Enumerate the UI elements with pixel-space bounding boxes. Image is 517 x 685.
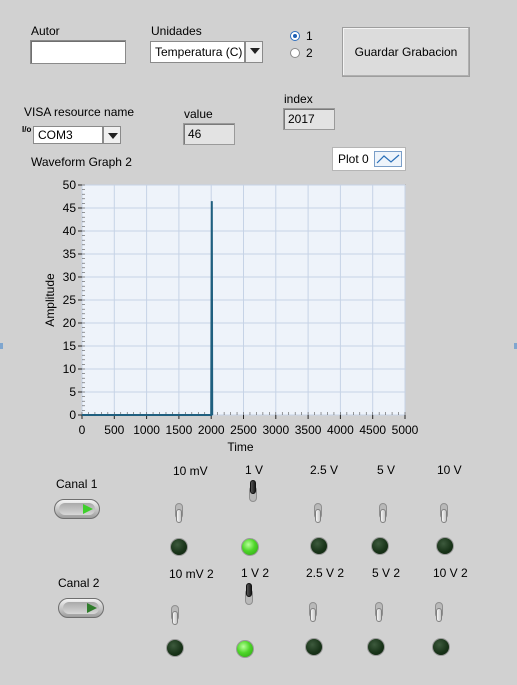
led-10v-2 bbox=[432, 638, 450, 656]
switch-1v-2[interactable] bbox=[242, 581, 256, 611]
y-tick-label: 0 bbox=[69, 408, 76, 422]
unidades-dropdown-button[interactable] bbox=[245, 41, 263, 63]
y-tick-label: 10 bbox=[63, 362, 77, 376]
legend-line-icon bbox=[374, 151, 402, 167]
index-indicator: 2017 bbox=[283, 108, 335, 130]
x-tick-label: 1500 bbox=[166, 423, 193, 437]
window-edge-left-marker bbox=[0, 343, 3, 349]
y-tick-label: 20 bbox=[63, 316, 77, 330]
switch-10v[interactable] bbox=[437, 495, 451, 525]
autor-label: Autor bbox=[31, 24, 60, 38]
led-5v-2 bbox=[367, 638, 385, 656]
x-tick-label: 3500 bbox=[295, 423, 322, 437]
led-1v-2 bbox=[236, 640, 254, 658]
led-1v bbox=[241, 538, 259, 556]
canal1-play-icon bbox=[83, 504, 93, 514]
led-10mv-2 bbox=[166, 639, 184, 657]
radio-option-1[interactable] bbox=[290, 31, 300, 41]
switch-label-2-5v-2: 2.5 V 2 bbox=[306, 566, 345, 580]
guardar-grabacion-label: Guardar Grabacion bbox=[354, 45, 458, 59]
canal2-play-icon bbox=[87, 603, 97, 613]
x-axis-label: Time bbox=[227, 440, 254, 454]
y-tick-label: 5 bbox=[69, 385, 76, 399]
canal2-label: Canal 2 bbox=[58, 576, 100, 590]
x-tick-label: 3000 bbox=[262, 423, 289, 437]
switch-1v[interactable] bbox=[246, 478, 260, 508]
switch-10v-2[interactable] bbox=[432, 594, 446, 624]
canal2-button[interactable] bbox=[58, 598, 104, 618]
y-tick-label: 25 bbox=[63, 293, 77, 307]
switch-label-5v: 5 V bbox=[377, 463, 396, 477]
y-tick-label: 45 bbox=[63, 201, 77, 215]
canal1-label: Canal 1 bbox=[56, 477, 98, 491]
x-tick-label: 500 bbox=[104, 423, 124, 437]
autor-input[interactable] bbox=[30, 40, 126, 64]
value-label: value bbox=[184, 107, 213, 121]
x-tick-label: 0 bbox=[79, 423, 86, 437]
switch-5v[interactable] bbox=[376, 495, 390, 525]
index-label: index bbox=[284, 92, 313, 106]
switch-2-5v[interactable] bbox=[311, 495, 325, 525]
visa-value: COM3 bbox=[38, 128, 73, 142]
index-indicator-text: 2017 bbox=[288, 112, 315, 126]
y-tick-label: 30 bbox=[63, 270, 77, 284]
switch-label-10v-2: 10 V 2 bbox=[433, 566, 468, 580]
x-tick-label: 4000 bbox=[327, 423, 354, 437]
switch-label-10mv-2: 10 mV 2 bbox=[169, 567, 214, 581]
switch-5v-2[interactable] bbox=[372, 594, 386, 624]
x-tick-label: 5000 bbox=[392, 423, 419, 437]
switch-label-5v-2: 5 V 2 bbox=[372, 566, 401, 580]
switch-10mv[interactable] bbox=[172, 495, 186, 525]
unidades-selected: Temperatura (C) bbox=[155, 45, 243, 59]
value-indicator: 46 bbox=[183, 123, 235, 145]
radio-option-2-label: 2 bbox=[306, 46, 313, 60]
led-10v bbox=[436, 537, 454, 555]
y-tick-label: 35 bbox=[63, 247, 77, 261]
switch-label-1v: 1 V bbox=[245, 463, 264, 477]
value-indicator-text: 46 bbox=[188, 127, 202, 141]
y-tick-label: 50 bbox=[63, 178, 77, 192]
switch-label-10v: 10 V bbox=[437, 463, 462, 477]
y-axis-label: Amplitude bbox=[43, 273, 57, 327]
y-tick-label: 40 bbox=[63, 224, 77, 238]
visa-label: VISA resource name bbox=[24, 105, 135, 119]
graph-title: Waveform Graph 2 bbox=[31, 155, 132, 169]
x-tick-label: 4500 bbox=[359, 423, 386, 437]
radio-option-2[interactable] bbox=[290, 48, 300, 58]
visa-io-icon: I/o bbox=[22, 126, 32, 142]
legend-label: Plot 0 bbox=[338, 152, 369, 166]
unidades-label: Unidades bbox=[151, 24, 202, 38]
guardar-grabacion-button[interactable]: Guardar Grabacion bbox=[342, 27, 470, 77]
unidades-select[interactable]: Temperatura (C) bbox=[150, 41, 245, 63]
canal1-button[interactable] bbox=[54, 499, 100, 519]
switch-label-1v-2: 1 V 2 bbox=[241, 566, 270, 580]
x-tick-label: 2500 bbox=[230, 423, 257, 437]
visa-select[interactable]: COM3 bbox=[33, 126, 103, 144]
switch-label-10mv: 10 mV bbox=[173, 464, 208, 478]
radio-option-1-label: 1 bbox=[306, 29, 313, 43]
led-2-5v bbox=[310, 537, 328, 555]
led-2-5v-2 bbox=[305, 638, 323, 656]
graph-legend[interactable]: Plot 0 bbox=[332, 147, 406, 171]
waveform-graph[interactable]: 051015202530354045500 500 1000 1500 2000 2500… bbox=[0, 170, 430, 460]
visa-io-text: I/o bbox=[22, 125, 32, 134]
visa-dropdown-button[interactable] bbox=[103, 126, 121, 144]
x-tick-label: 2000 bbox=[198, 423, 225, 437]
switch-label-2-5v: 2.5 V bbox=[310, 463, 339, 477]
led-5v bbox=[371, 537, 389, 555]
switch-10mv-2[interactable] bbox=[168, 597, 182, 627]
led-10mv bbox=[170, 538, 188, 556]
x-tick-label: 1000 bbox=[133, 423, 160, 437]
y-tick-label: 15 bbox=[63, 339, 77, 353]
switch-2-5v-2[interactable] bbox=[306, 594, 320, 624]
